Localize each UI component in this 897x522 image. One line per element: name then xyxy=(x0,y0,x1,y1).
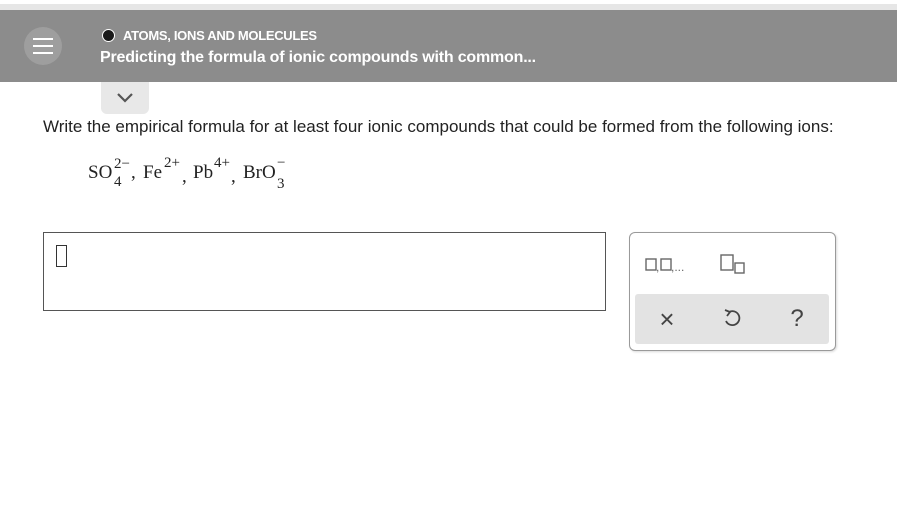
topic-label: ATOMS, IONS AND MOLECULES xyxy=(123,27,317,43)
subscript-template-button[interactable] xyxy=(710,245,756,283)
ion-separator: , xyxy=(182,166,187,187)
ion-charge: 4+ xyxy=(214,155,230,171)
ions-formula: SO 2− 4 , Fe 2+ , Pb 4+ , BrO − 3 xyxy=(88,155,285,192)
ion-charge: 2− xyxy=(114,156,130,172)
ion-separator: , xyxy=(231,166,236,187)
input-placeholder-box xyxy=(56,245,67,267)
ion-subscript: 4 xyxy=(114,174,122,190)
ion-base: Pb xyxy=(193,162,213,183)
svg-text:,: , xyxy=(656,260,659,274)
ion-base: BrO xyxy=(243,162,276,183)
page-title: Predicting the formula of ionic compound… xyxy=(100,49,536,66)
svg-text:,...: ,... xyxy=(671,260,684,274)
collapse-header-button[interactable] xyxy=(101,82,149,114)
ion-charge: − xyxy=(277,155,285,171)
menu-icon-line xyxy=(33,38,53,40)
undo-icon xyxy=(724,309,741,327)
menu-icon-line xyxy=(33,52,53,54)
ion-charge: 2+ xyxy=(164,155,180,171)
answer-input[interactable] xyxy=(43,232,606,311)
menu-icon-line xyxy=(33,45,53,47)
chevron-down-icon xyxy=(117,93,133,103)
subscript-template-icon xyxy=(720,254,745,274)
question-text: Write the empirical formula for at least… xyxy=(43,117,834,136)
math-palette: , ,... × ? xyxy=(629,232,836,351)
list-template-icon: , ,... xyxy=(645,258,684,274)
undo-button[interactable] xyxy=(700,294,764,344)
list-template-button[interactable]: , ,... xyxy=(640,247,692,281)
ion-base: SO xyxy=(88,162,112,183)
menu-button[interactable] xyxy=(24,27,62,65)
progress-dot-icon xyxy=(102,28,115,42)
topic-row: ATOMS, IONS AND MOLECULES xyxy=(102,26,317,44)
ion-separator: , xyxy=(131,162,136,183)
ion-base: Fe xyxy=(143,162,162,183)
close-icon: × xyxy=(659,303,675,334)
help-icon: ? xyxy=(790,305,804,332)
action-bar: × ? xyxy=(635,294,829,344)
header-bar: ATOMS, IONS AND MOLECULES Predicting the… xyxy=(0,10,897,82)
ion-subscript: 3 xyxy=(277,176,285,192)
help-button[interactable]: ? xyxy=(765,294,829,344)
clear-button[interactable]: × xyxy=(635,294,699,344)
